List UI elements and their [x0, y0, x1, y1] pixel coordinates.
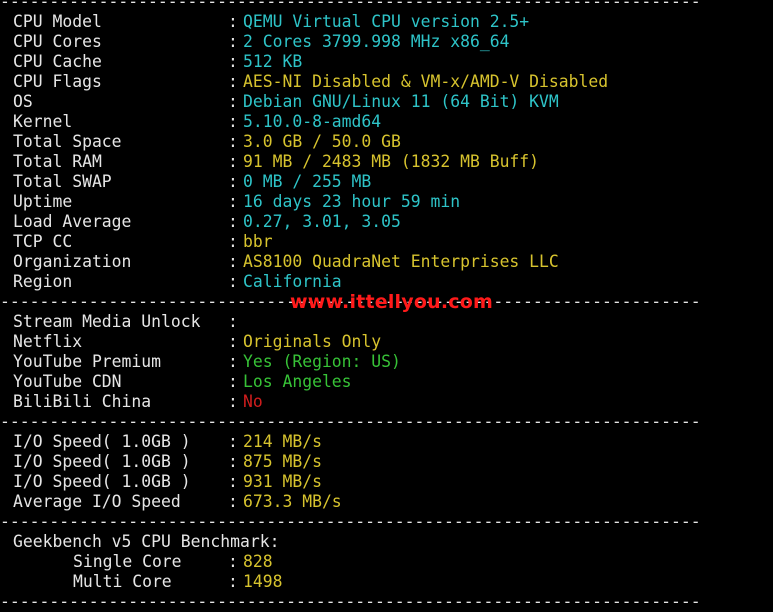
row-value: AES-NI Disabled & VM-x/AMD-V Disabled: [243, 72, 609, 91]
colon: :: [228, 452, 238, 471]
row-value: bbr: [243, 232, 273, 251]
row-label: CPU Cache: [13, 52, 102, 71]
colon: :: [228, 372, 238, 391]
row-value: 2 Cores 3799.998 MHz x86_64: [243, 32, 510, 51]
row-value: 5.10.0-8-amd64: [243, 112, 382, 131]
colon: :: [228, 212, 238, 231]
row-value: 0 MB / 255 MB: [243, 172, 372, 191]
stream-media-heading: Stream Media Unlock: [13, 312, 201, 331]
colon: :: [228, 32, 238, 51]
colon: :: [228, 252, 238, 271]
row-label: Organization: [13, 252, 132, 271]
colon: :: [228, 332, 238, 351]
separator-line: ----------------------------------------…: [0, 592, 701, 611]
colon: :: [228, 12, 238, 31]
row-value: 16 days 23 hour 59 min: [243, 192, 461, 211]
row-value: 673.3 MB/s: [243, 492, 342, 511]
row-label: BiliBili China: [13, 392, 152, 411]
row-value: Debian GNU/Linux 11 (64 Bit) KVM: [243, 92, 559, 111]
row-value: 214 MB/s: [243, 432, 322, 451]
colon: :: [228, 92, 238, 111]
colon: :: [228, 552, 238, 571]
row-value: 0.27, 3.01, 3.05: [243, 212, 401, 231]
row-value: 3.0 GB / 50.0 GB: [243, 132, 401, 151]
separator-line: ----------------------------------------…: [0, 0, 701, 11]
colon: :: [228, 192, 238, 211]
terminal-window: ----------------------------------------…: [0, 0, 773, 611]
row-label: Region: [13, 272, 73, 291]
colon: :: [228, 492, 238, 511]
row-value: 931 MB/s: [243, 472, 322, 491]
colon: :: [228, 432, 238, 451]
row-label: Single Core: [73, 552, 182, 571]
separator-line: ----------------------------------------…: [0, 512, 701, 531]
row-value: 91 MB / 2483 MB (1832 MB Buff): [243, 152, 540, 171]
row-value: Yes (Region: US): [243, 352, 401, 371]
geekbench-heading: Geekbench v5 CPU Benchmark:: [13, 532, 280, 551]
row-label: Total Space: [13, 132, 122, 151]
colon: :: [228, 572, 238, 591]
colon: :: [228, 312, 238, 331]
geekbench-heading-row: Geekbench v5 CPU Benchmark:: [13, 532, 279, 552]
row-label: Netflix: [13, 332, 83, 351]
colon: :: [228, 172, 238, 191]
row-value: No: [243, 392, 263, 411]
row-label: Total SWAP: [13, 172, 112, 191]
row-label: I/O Speed( 1.0GB ): [13, 432, 191, 451]
colon: :: [228, 152, 238, 171]
colon: :: [228, 472, 238, 491]
row-label: Uptime: [13, 192, 73, 211]
watermark-text: www.ittellyou.com: [290, 291, 493, 313]
row-label: TCP CC: [13, 232, 73, 251]
row-label: I/O Speed( 1.0GB ): [13, 452, 191, 471]
row-label: CPU Cores: [13, 32, 102, 51]
colon: :: [228, 392, 238, 411]
row-label: CPU Flags: [13, 72, 102, 91]
row-label: Kernel: [13, 112, 73, 131]
colon: :: [228, 272, 238, 291]
row-label: Multi Core: [73, 572, 172, 591]
row-value: Originals Only: [243, 332, 382, 351]
row-label: YouTube CDN: [13, 372, 122, 391]
row-value: Los Angeles: [243, 372, 352, 391]
colon: :: [228, 72, 238, 91]
row-label: I/O Speed( 1.0GB ): [13, 472, 191, 491]
row-value: QEMU Virtual CPU version 2.5+: [243, 12, 530, 31]
colon: :: [228, 232, 238, 251]
row-label: Average I/O Speed: [13, 492, 181, 511]
row-value: 828: [243, 552, 273, 571]
stream-media-heading-row: Stream Media Unlock:: [13, 312, 238, 332]
row-value: 875 MB/s: [243, 452, 322, 471]
row-label: YouTube Premium: [13, 352, 162, 371]
colon: :: [228, 352, 238, 371]
row-value: 512 KB: [243, 52, 303, 71]
row-value: 1498: [243, 572, 283, 591]
separator-line: ----------------------------------------…: [0, 412, 701, 431]
row-label: Load Average: [13, 212, 132, 231]
colon: :: [228, 132, 238, 151]
colon: :: [228, 52, 238, 71]
row-label: OS: [13, 92, 33, 111]
row-value: California: [243, 272, 342, 291]
colon: :: [228, 112, 238, 131]
row-value: AS8100 QuadraNet Enterprises LLC: [243, 252, 559, 271]
row-label: CPU Model: [13, 12, 102, 31]
row-label: Total RAM: [13, 152, 102, 171]
